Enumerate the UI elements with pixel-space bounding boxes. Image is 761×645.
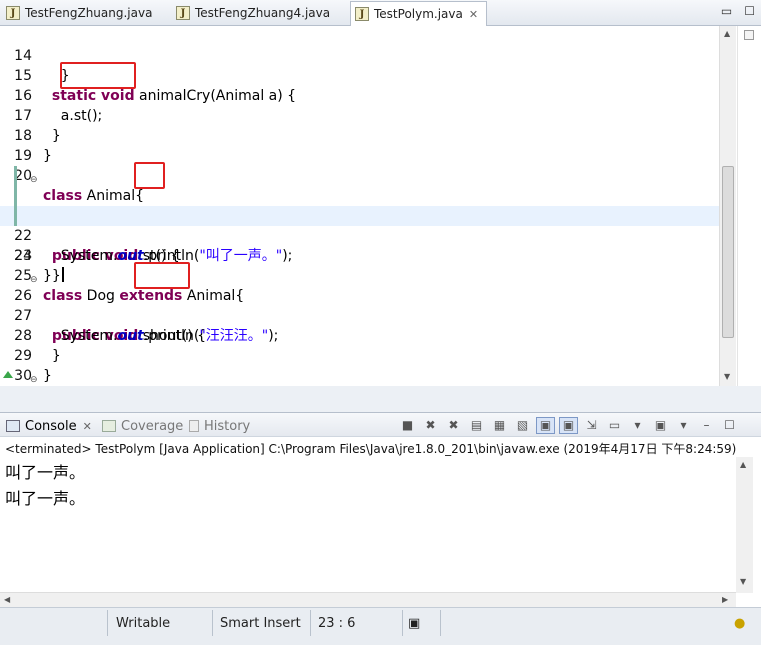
java-file-icon: J [176, 6, 190, 20]
close-icon[interactable]: ✕ [469, 8, 478, 21]
console-horizontal-scrollbar[interactable]: ◀ ▶ [0, 592, 736, 607]
tab-label: TestFengZhuang.java [25, 6, 153, 20]
code-line: 19 [0, 126, 720, 164]
code-line: 27 System.out.println("汪汪汪。"); [0, 286, 720, 344]
code-line: 14 } [0, 26, 720, 84]
code-line: 18 } [0, 106, 720, 164]
code-line: 21 ⊖ public void st() { [0, 166, 720, 264]
pin-console-icon[interactable]: ⇲ [582, 417, 601, 434]
maximize-icon[interactable]: ☐ [720, 417, 739, 434]
code-line: 22 System.out.println("叫了一声。"); [0, 186, 720, 264]
show-on-error-icon[interactable]: ▣ [559, 417, 578, 434]
tab-console[interactable]: Console ✕ [6, 416, 92, 436]
scroll-right-icon[interactable]: ▶ [722, 595, 728, 604]
change-marker [14, 166, 17, 186]
code-line: 26 ⊖ public void shout() { [0, 266, 720, 344]
minimize-icon[interactable]: ▭ [721, 4, 732, 18]
fold-icon[interactable]: ⊖ [30, 370, 38, 386]
highlight-box-shout [134, 262, 190, 289]
tab-label: TestFengZhuang4.java [195, 6, 331, 20]
tab-testfengzhuang4[interactable]: J TestFengZhuang4.java [172, 2, 338, 24]
status-insert-mode[interactable]: Smart Insert [212, 612, 310, 636]
scroll-up-icon[interactable]: ▲ [724, 29, 730, 38]
code-line: 28 } [0, 306, 720, 364]
show-on-output-icon[interactable]: ▣ [536, 417, 555, 434]
status-bar: Writable Smart Insert 23 : 6 ▣ ● [0, 607, 761, 645]
history-icon [189, 420, 199, 432]
change-marker [14, 186, 17, 206]
output-line: 叫了一声。 [5, 489, 86, 508]
console-launch-label: <terminated> TestPolym [Java Application… [5, 442, 737, 456]
code-editor[interactable]: 14 } 15 static void animalCry(Animal a) … [0, 26, 736, 386]
word-wrap-icon[interactable]: ▧ [513, 417, 532, 434]
console-view-header: Console ✕ Coverage History ■ ✖ ✖ ▤ ▦ ▧ ▣… [0, 412, 761, 437]
tab-label: Console [25, 418, 77, 434]
java-file-icon: J [6, 6, 20, 20]
open-console-icon[interactable]: ▣ [651, 417, 670, 434]
highlight-box-st [134, 162, 165, 189]
maximize-icon[interactable]: ☐ [744, 4, 755, 18]
terminate-icon[interactable]: ■ [398, 417, 417, 434]
tab-label: Coverage [121, 418, 184, 434]
tab-label: TestPolym.java [374, 7, 463, 21]
tab-history[interactable]: History [189, 416, 250, 436]
java-file-icon: J [355, 7, 369, 21]
scroll-up-icon[interactable]: ▲ [740, 460, 746, 469]
scroll-down-icon[interactable]: ▼ [740, 577, 746, 586]
console-icon [6, 420, 20, 432]
code-line-current: 23 } [0, 206, 720, 284]
progress-icon[interactable]: ▣ [404, 612, 440, 636]
console-output[interactable]: 叫了一声。 叫了一声。 [0, 457, 761, 607]
code-line: 31 ⊖ public void shout() { [0, 366, 720, 386]
coverage-icon [102, 420, 116, 432]
editor-vertical-scrollbar[interactable]: ▲ ▼ [719, 26, 736, 386]
console-toolbar: ■ ✖ ✖ ▤ ▦ ▧ ▣ ▣ ⇲ ▭ ▾ ▣ ▾ – ☐ [398, 417, 739, 434]
minimize-icon[interactable]: – [697, 417, 716, 434]
close-icon[interactable]: ✕ [83, 420, 92, 433]
remove-all-icon[interactable]: ✖ [444, 417, 463, 434]
editor-tab-bar: J TestFengZhuang.java J TestFengZhuang4.… [0, 0, 761, 26]
chevron-down-icon[interactable]: ▾ [628, 417, 647, 434]
view-divider [0, 386, 761, 412]
override-indicator-icon[interactable] [3, 371, 13, 378]
remove-launch-icon[interactable]: ✖ [421, 417, 440, 434]
scrollbar-thumb[interactable] [722, 166, 734, 338]
tab-coverage[interactable]: Coverage [102, 416, 183, 436]
scroll-down-icon[interactable]: ▼ [724, 372, 730, 381]
code-line: 29 } [0, 326, 720, 384]
window-controls: ▭ ☐ [721, 4, 755, 18]
output-line: 叫了一声。 [5, 463, 86, 482]
console-vertical-scrollbar[interactable]: ▲ ▼ [736, 457, 753, 593]
code-line: 25 class Dog extends Animal{ [0, 246, 720, 304]
tip-bulb-icon[interactable]: ● [726, 612, 756, 636]
tab-label: History [204, 418, 251, 434]
status-cursor-position: 23 : 6 [318, 616, 356, 631]
display-console-icon[interactable]: ▭ [605, 417, 624, 434]
scroll-lock-icon[interactable]: ▦ [490, 417, 509, 434]
overview-ruler[interactable] [737, 26, 761, 386]
overview-status-icon [744, 30, 754, 40]
code-line: 24 } [0, 226, 720, 284]
status-writable: Writable [116, 616, 171, 631]
code-line: 20 class Animal{ [0, 146, 720, 204]
chevron-down-icon[interactable]: ▾ [674, 417, 693, 434]
code-line: 17 } [0, 86, 720, 144]
code-line: 30 class Cat extends Dog{ [0, 346, 720, 384]
scroll-left-icon[interactable]: ◀ [4, 595, 10, 604]
clear-console-icon[interactable]: ▤ [467, 417, 486, 434]
tab-testfengzhuang[interactable]: J TestFengZhuang.java [2, 2, 160, 24]
change-marker [14, 206, 17, 226]
highlight-box-call [60, 62, 136, 89]
tab-testpolym[interactable]: J TestPolym.java ✕ [350, 1, 488, 26]
